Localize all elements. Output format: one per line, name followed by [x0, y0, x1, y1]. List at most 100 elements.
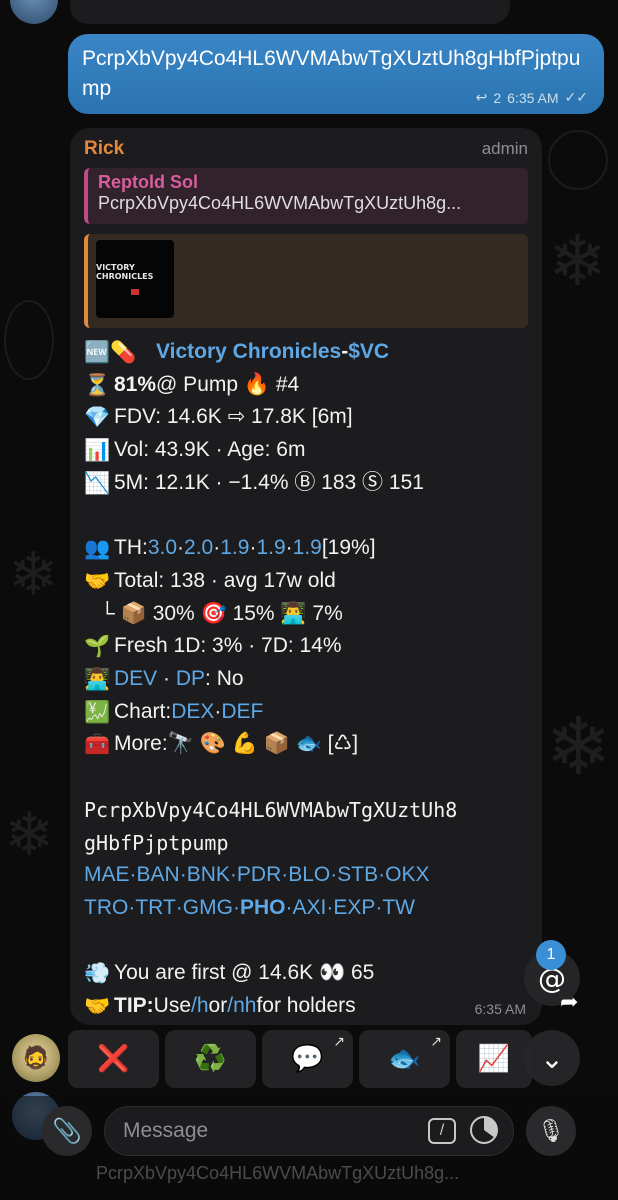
handshake-icon: 🤝: [84, 994, 111, 1019]
dp-link[interactable]: DP: [176, 663, 205, 696]
chart-label: Chart:: [114, 699, 172, 723]
def-link[interactable]: DEF: [221, 696, 263, 729]
background-message-text: PcrpXbVpy4Co4HL6WVMAbwTgXUztUh8g...: [96, 1163, 460, 1183]
preview-title: VICTORY CHRONICLES: [96, 263, 154, 281]
link-preview[interactable]: VICTORY CHRONICLES: [84, 234, 528, 328]
reply-quote[interactable]: Reptold Sol PcrpXbVpy4Co4HL6WVMAbwTgXUzt…: [84, 168, 528, 224]
title-separator: -: [341, 340, 349, 363]
preview-logo-icon: [131, 289, 139, 295]
link-gmg[interactable]: GMG: [183, 892, 233, 925]
message-time: 6:35 AM: [474, 1001, 526, 1017]
cross-button[interactable]: ❌: [68, 1030, 159, 1088]
handshake-icon: 🤝: [84, 568, 111, 593]
new-holders-command-link[interactable]: /nh: [227, 990, 256, 1023]
links-row-1: MAE · BAN · BNK · PDR · BLO · STB · OKX: [84, 859, 528, 892]
fresh-line: 🌱 Fresh 1D: 3% · 7D: 14%: [84, 630, 528, 663]
holder-breakdown-line: └ 📦 30% 🎯 15% 👨‍💻 7%: [84, 598, 528, 631]
incoming-message-bubble[interactable]: Rick admin Reptold Sol PcrpXbVpy4Co4HL6W…: [70, 128, 542, 1025]
reply-text: PcrpXbVpy4Co4HL6WVMAbwTgXUztUh8g...: [98, 193, 462, 213]
timer-icon[interactable]: [470, 1116, 498, 1144]
admin-badge: admin: [481, 139, 528, 158]
attach-button[interactable]: 📎: [42, 1106, 92, 1156]
first-text: You are first @ 14.6K 👀 65: [114, 961, 375, 985]
reply-count: 2: [493, 89, 502, 106]
fdv-text: FDV: 14.6K ⇨ 17.8K [6m]: [114, 405, 353, 429]
scroll-down-button[interactable]: ⌄: [524, 1030, 580, 1086]
background-doodle: [548, 130, 608, 190]
bar-chart-icon: 📊: [84, 438, 111, 463]
speech-bubble-icon: 💬: [291, 1044, 324, 1074]
share-arrow-icon[interactable]: ➦: [560, 990, 578, 1015]
volume-text: Vol: 43.9K · Age: 6m: [114, 438, 306, 462]
link-mae[interactable]: MAE: [84, 859, 130, 892]
avatar[interactable]: 🧔: [12, 1034, 60, 1082]
recycle-icon: ♻️: [194, 1044, 227, 1074]
new-pill-icon: 🆕💊: [84, 340, 137, 364]
commands-icon[interactable]: /: [428, 1118, 456, 1144]
reply-arrow-icon: ↩: [475, 89, 488, 105]
top-holder-link[interactable]: 1.9: [256, 532, 285, 565]
link-exp[interactable]: EXP: [333, 892, 375, 925]
top-holder-link[interactable]: 3.0: [148, 532, 177, 565]
contract-address-line-2[interactable]: gHbfPjptpump: [84, 827, 528, 860]
total-holders-line: 🤝 Total: 138 · avg 17w old: [84, 565, 528, 598]
fish-icon: 🐟: [388, 1044, 421, 1074]
more-tools-icons[interactable]: 🔭 🎨 💪 📦 🐟 [♺]: [168, 728, 358, 761]
tip-text: Use: [153, 994, 192, 1018]
fish-button[interactable]: 🐟 ↗: [359, 1030, 450, 1088]
dex-link[interactable]: DEX: [171, 696, 214, 729]
message-body: 🆕💊 Victory Chronicles - $VC ⏳ 81% @ Pump…: [84, 336, 528, 1023]
more-label: More:: [114, 732, 168, 756]
volume-line: 📊 Vol: 43.9K · Age: 6m: [84, 434, 528, 467]
holders-command-link[interactable]: /h: [191, 990, 209, 1023]
total-holders-text: Total: 138 · avg 17w old: [114, 568, 336, 592]
previous-message-bubble: [70, 0, 510, 24]
holder-breakdown-text: └ 📦 30% 🎯 15% 👨‍💻 7%: [100, 601, 343, 625]
link-trt[interactable]: TRT: [135, 892, 175, 925]
link-okx[interactable]: OKX: [385, 859, 429, 892]
reply-author: Reptold Sol: [98, 172, 198, 192]
outgoing-message-meta: ↩ 2 6:35 AM ✓✓: [476, 89, 588, 106]
token-ticker-link[interactable]: $VC: [348, 336, 389, 369]
token-name-link[interactable]: Victory Chronicles: [156, 336, 341, 369]
microphone-icon: 🎙: [537, 1118, 565, 1144]
speech-bubble-button[interactable]: 💬 ↗: [262, 1030, 353, 1088]
link-pdr[interactable]: PDR: [237, 859, 281, 892]
dash-icon: 💨: [84, 961, 111, 986]
link-bnk[interactable]: BNK: [187, 859, 230, 892]
pump-text: @ Pump 🔥 #4: [156, 372, 300, 396]
link-ban[interactable]: BAN: [137, 859, 180, 892]
link-stb[interactable]: STB: [337, 859, 378, 892]
more-line: 🧰 More: 🔭 🎨 💪 📦 🐟 [♺]: [84, 728, 528, 761]
token-title-line: 🆕💊 Victory Chronicles - $VC: [84, 336, 528, 369]
chart-button[interactable]: 📈: [456, 1030, 532, 1088]
microphone-button[interactable]: 🎙: [526, 1106, 576, 1156]
pump-line: ⏳ 81% @ Pump 🔥 #4: [84, 369, 528, 402]
avatar[interactable]: [10, 0, 58, 24]
snowflake-decoration: ❄: [548, 220, 607, 302]
recycle-button[interactable]: ♻️: [165, 1030, 256, 1088]
chart-yen-icon: 💹: [84, 699, 111, 724]
link-tw[interactable]: TW: [382, 892, 415, 925]
dev-link[interactable]: DEV: [114, 663, 157, 696]
developer-icon: 👨‍💻: [84, 667, 111, 692]
top-holder-link[interactable]: 1.9: [220, 532, 249, 565]
link-axi[interactable]: AXI: [292, 892, 326, 925]
snowflake-decoration: ❄: [4, 800, 55, 870]
link-tro[interactable]: TRO: [84, 892, 128, 925]
hourglass-icon: ⏳: [84, 372, 111, 397]
top-holders-percent: [19%]: [321, 536, 376, 560]
diamond-icon: 💎: [84, 405, 111, 430]
contract-address-line-1[interactable]: PcrpXbVpy4Co4HL6WVMAbwTgXUztUh8: [84, 794, 528, 827]
external-link-icon: ↗: [333, 1034, 345, 1050]
top-holder-link[interactable]: 1.9: [293, 532, 322, 565]
people-icon: 👥: [84, 536, 111, 561]
sender-name[interactable]: Rick: [84, 138, 124, 160]
link-blo[interactable]: BLO: [288, 859, 330, 892]
link-pho[interactable]: PHO: [240, 892, 286, 925]
outgoing-message-bubble[interactable]: PcrpXbVpy4Co4HL6WVMAbwTgXUztUh8gHbfPjptp…: [68, 34, 604, 114]
tip-label: TIP:: [114, 994, 154, 1018]
top-holder-link[interactable]: 2.0: [184, 532, 213, 565]
